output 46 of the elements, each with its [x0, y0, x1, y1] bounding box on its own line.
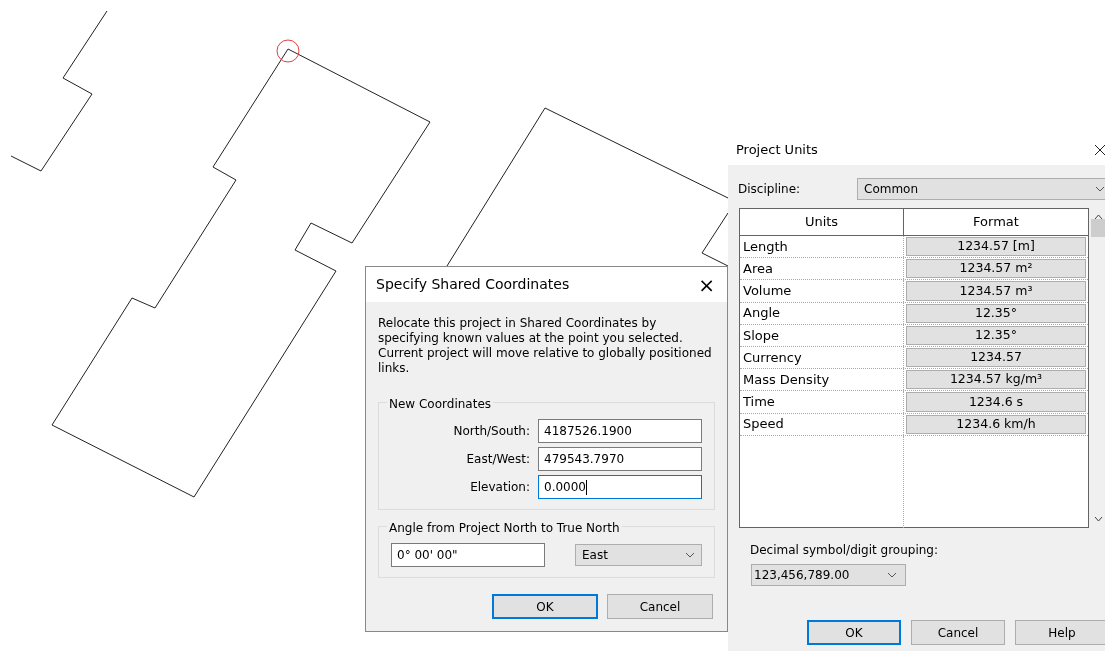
- table-cell: Speed: [740, 413, 904, 435]
- table-cell: Angle: [740, 302, 904, 324]
- input-field[interactable]: 479543.7970: [538, 447, 702, 471]
- cancel-button[interactable]: Cancel: [911, 620, 1005, 645]
- field-label: Discipline:: [738, 181, 802, 198]
- format-button[interactable]: 12.35°: [906, 303, 1086, 323]
- table-cell: Mass Density: [740, 369, 904, 391]
- scroll-up-icon[interactable]: [1093, 214, 1103, 220]
- field-label: North/South:: [453, 423, 530, 440]
- format-button[interactable]: 1234.57 m²: [906, 259, 1086, 279]
- format-button[interactable]: 1234.6 km/h: [906, 414, 1086, 434]
- dialog-title: Specify Shared Coordinates: [376, 275, 570, 294]
- table-cell: Volume: [740, 280, 904, 302]
- dialog-title: Project Units: [736, 141, 818, 160]
- cancel-button[interactable]: Cancel: [607, 594, 713, 619]
- field-label: Elevation:: [470, 479, 530, 496]
- scrollbar-thumb[interactable]: [1090, 219, 1105, 237]
- format-button[interactable]: 1234.57 kg/m³: [906, 370, 1086, 390]
- format-button[interactable]: 1234.57: [906, 347, 1086, 368]
- field-label: East/West:: [466, 451, 530, 468]
- scroll-down-icon[interactable]: [1093, 516, 1103, 522]
- table-cell: Length: [740, 236, 904, 258]
- group-title: Angle from Project North to True North: [387, 519, 622, 537]
- grouping-dropdown[interactable]: 123,456,789.00: [751, 564, 906, 586]
- close-button[interactable]: ×: [698, 269, 715, 300]
- table-cell: Time: [740, 391, 904, 413]
- description-text: Relocate this project in Shared Coordinates by specifying known values at the point you selected. Current project will move relative to globally positioned links.: [378, 316, 713, 376]
- ok-button[interactable]: OK: [807, 620, 901, 645]
- column-header[interactable]: Format: [904, 209, 1088, 235]
- input-field[interactable]: 0.0000: [538, 475, 702, 499]
- field-label: Decimal symbol/digit grouping:: [750, 542, 939, 559]
- table-cell: Area: [740, 258, 904, 280]
- discipline-dropdown[interactable]: Common: [857, 178, 1105, 200]
- format-button[interactable]: 1234.57 [m]: [906, 237, 1086, 257]
- column-header[interactable]: Units: [740, 209, 904, 235]
- input-field[interactable]: 4187526.1900: [538, 419, 702, 443]
- format-button[interactable]: 1234.57 m³: [906, 281, 1086, 301]
- table-cell: Slope: [740, 324, 904, 346]
- format-button[interactable]: 12.35°: [906, 325, 1086, 345]
- table-cell: Currency: [740, 346, 904, 369]
- format-button[interactable]: 1234.6 s: [906, 392, 1086, 412]
- angle-field[interactable]: 0° 00' 00": [391, 543, 545, 567]
- help-button[interactable]: Help: [1015, 620, 1105, 645]
- direction-dropdown[interactable]: East: [575, 544, 702, 566]
- ok-button[interactable]: OK: [492, 594, 598, 619]
- close-icon[interactable]: [1095, 144, 1105, 156]
